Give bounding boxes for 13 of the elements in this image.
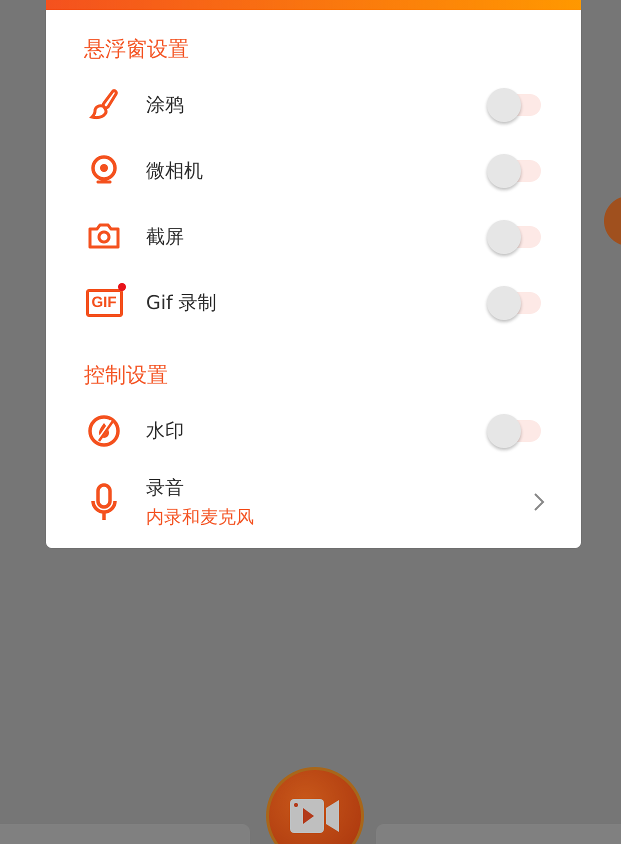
- setting-label: 水印: [146, 419, 185, 444]
- setting-value: 内录和麦克风: [146, 506, 255, 529]
- chevron-icon[interactable]: [533, 492, 545, 512]
- video-camera-icon: [288, 796, 342, 836]
- setting-label: 截屏: [146, 225, 185, 250]
- setting-label: 涂鸦: [146, 93, 185, 118]
- gif-icon: GIF: [86, 289, 122, 317]
- setting-label: 录音: [146, 476, 185, 501]
- setting-label: Gif 录制: [146, 291, 218, 316]
- section-title: 控制设置: [83, 362, 169, 389]
- setting-label: 微相机: [146, 159, 204, 184]
- section-title: 悬浮窗设置: [83, 36, 190, 63]
- no-watermark-icon: [86, 413, 122, 449]
